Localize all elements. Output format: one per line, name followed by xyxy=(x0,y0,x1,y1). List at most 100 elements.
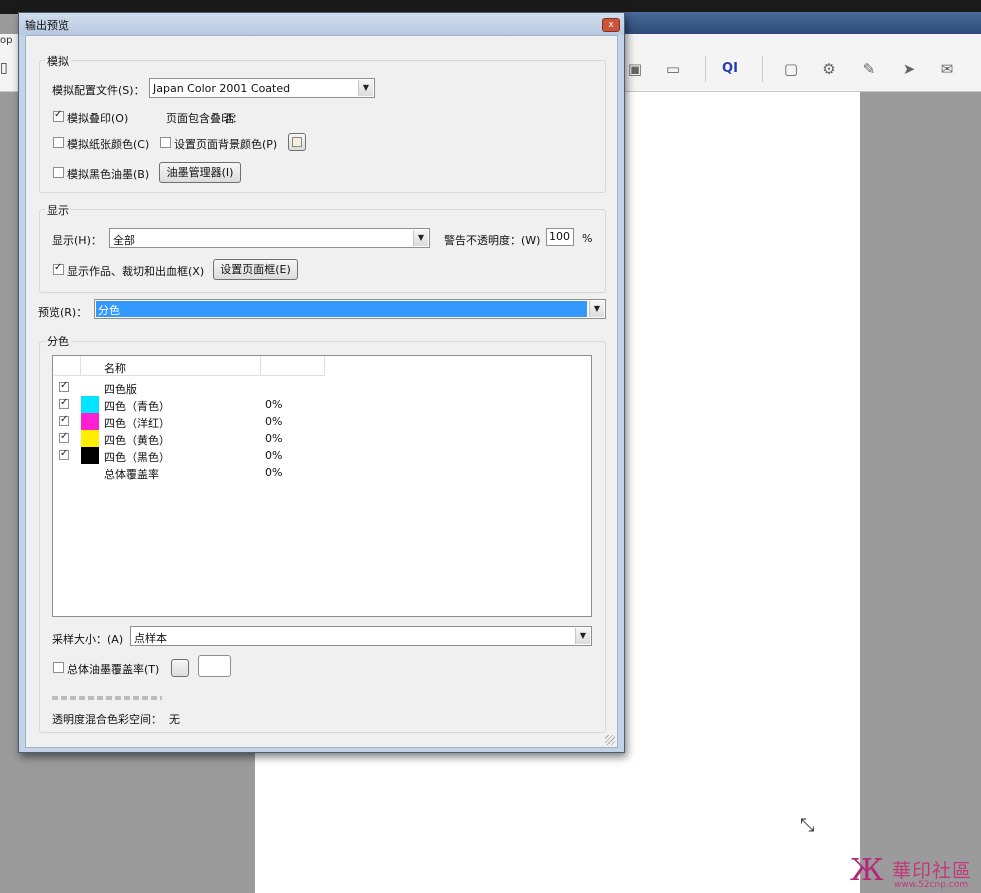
column-header-check[interactable] xyxy=(53,356,81,376)
percent-label: % xyxy=(582,232,593,245)
chevron-down-icon: ▼ xyxy=(575,628,590,644)
separation-coverage: 0% xyxy=(265,432,283,445)
chevron-down-icon: ▼ xyxy=(589,301,604,317)
dialog-title: 输出预览 xyxy=(25,19,69,32)
separation-coverage: 0% xyxy=(265,466,283,479)
column-header-name[interactable]: 名称 xyxy=(81,356,261,376)
total-coverage-checkbox[interactable] xyxy=(53,662,64,673)
black-ink-label: 模拟黑色油墨(B) xyxy=(67,168,150,181)
dialog-body: 模拟 模拟配置文件(S)： Japan Color 2001 Coated ▼ … xyxy=(25,35,618,748)
qi-icon[interactable]: QI xyxy=(719,60,741,78)
save-page-icon[interactable]: ▣ xyxy=(624,60,646,78)
app-titlebar xyxy=(620,12,981,34)
watermark-text: 華印社區 xyxy=(892,860,973,882)
separation-row[interactable]: 四色（黄色） 0% xyxy=(53,430,591,447)
cyan-swatch xyxy=(81,396,99,413)
display-group xyxy=(39,209,606,293)
separation-row[interactable]: 四色（洋红） 0% xyxy=(53,413,591,430)
separation-name: 总体覆盖率 xyxy=(104,468,159,481)
separation-checkbox[interactable] xyxy=(59,414,69,426)
separation-name: 四色（黑色） xyxy=(104,451,170,464)
separation-coverage: 0% xyxy=(265,449,283,462)
separation-coverage: 0% xyxy=(265,398,283,411)
ink-manager-button[interactable]: 油墨管理器(I) xyxy=(159,162,241,183)
profile-select[interactable]: Japan Color 2001 Coated ▼ xyxy=(149,78,375,98)
sample-size-value: 点样本 xyxy=(134,632,167,645)
page-bg-color-button[interactable] xyxy=(288,133,306,151)
preview-label: 预览(R)： xyxy=(38,306,88,319)
separation-name: 四色（黄色） xyxy=(104,434,170,447)
separation-checkbox[interactable] xyxy=(59,397,69,409)
show-boxes-checkbox[interactable] xyxy=(53,262,64,275)
warning-opacity-input[interactable]: 100 xyxy=(546,228,574,246)
separation-name: 四色版 xyxy=(104,383,137,396)
profile-label: 模拟配置文件(S)： xyxy=(52,84,145,97)
separation-checkbox[interactable] xyxy=(59,380,69,392)
separation-checkbox[interactable] xyxy=(59,448,69,460)
page-bg-checkbox[interactable] xyxy=(160,137,171,148)
show-boxes-label: 显示作品、裁切和出血框(X) xyxy=(67,265,205,278)
output-preview-dialog: 输出预览 x 模拟 模拟配置文件(S)： Japan Color 2001 Co… xyxy=(18,12,625,753)
overprint-label: 模拟叠印(O) xyxy=(67,112,129,125)
chevron-down-icon: ▼ xyxy=(358,80,373,96)
show-label: 显示(H)： xyxy=(52,234,102,247)
magenta-swatch xyxy=(81,413,99,430)
set-page-box-button[interactable]: 设置页面框(E) xyxy=(213,259,298,280)
separation-checkbox[interactable] xyxy=(59,431,69,443)
preview-select[interactable]: 分色 ▼ xyxy=(94,299,606,319)
separation-row[interactable]: 四色（青色） 0% xyxy=(53,396,591,413)
black-swatch xyxy=(81,447,99,464)
paper-color-label: 模拟纸张颜色(C) xyxy=(67,138,150,151)
toolbar-separator xyxy=(705,56,706,82)
separation-name: 四色（青色） xyxy=(104,400,170,413)
warning-opacity-label: 警告不透明度：(W) xyxy=(444,234,541,247)
preview-value: 分色 xyxy=(96,301,587,317)
separation-row[interactable]: 四色（黑色） 0% xyxy=(53,447,591,464)
close-icon: x xyxy=(608,20,614,30)
chevron-down-icon: ▼ xyxy=(413,230,428,246)
watermark: Ж 華印社區 www.52cnp.com xyxy=(850,855,981,893)
black-ink-checkbox[interactable] xyxy=(53,167,64,178)
yellow-swatch xyxy=(81,430,99,447)
clipped-row xyxy=(52,696,162,700)
show-select[interactable]: 全部 ▼ xyxy=(109,228,430,248)
display-group-title: 显示 xyxy=(45,202,71,218)
pen-icon[interactable]: ✎ xyxy=(858,60,880,78)
toolbar-separator xyxy=(762,56,763,82)
color-swatch xyxy=(292,137,302,147)
dialog-titlebar[interactable]: 输出预览 x xyxy=(19,13,624,35)
separations-group-title: 分色 xyxy=(45,333,71,349)
page-overprint-value: 否 xyxy=(224,112,235,125)
separations-list[interactable]: 名称 四色版 四色（青色） 0% 四色（洋红） 0% xyxy=(52,355,592,617)
mail-icon[interactable]: ✉ xyxy=(936,60,958,78)
ruler-icon[interactable]: ▭ xyxy=(662,60,684,78)
gear-doc-icon[interactable]: ⚙ xyxy=(818,60,840,78)
show-value: 全部 xyxy=(113,234,135,247)
resize-cursor-icon: ⤡ xyxy=(800,815,815,836)
pointer-icon[interactable]: ➤ xyxy=(898,60,920,78)
overprint-checkbox[interactable] xyxy=(53,109,64,122)
separation-row[interactable]: 四色版 xyxy=(53,379,591,396)
app-tab-fragment[interactable]: op xyxy=(0,35,12,46)
profile-value: Japan Color 2001 Coated xyxy=(153,82,291,95)
column-header-coverage[interactable] xyxy=(261,356,325,376)
separation-coverage: 0% xyxy=(265,415,283,428)
close-button[interactable]: x xyxy=(602,18,620,32)
resize-grip[interactable] xyxy=(605,735,615,745)
watermark-url: www.52cnp.com xyxy=(894,880,969,890)
sample-size-label: 采样大小：(A) xyxy=(52,633,124,646)
total-coverage-label: 总体油墨覆盖率(T) xyxy=(67,663,160,676)
total-coverage-input[interactable] xyxy=(198,655,231,677)
total-coverage-color-button[interactable] xyxy=(171,659,189,677)
blend-space-value: 无 xyxy=(169,713,180,726)
blend-space-label: 透明度混合色彩空间： xyxy=(52,713,162,726)
shield-doc-icon[interactable]: ▢ xyxy=(780,60,802,78)
document-icon[interactable]: ▯ xyxy=(0,60,8,76)
watermark-logo-icon: Ж xyxy=(850,853,884,888)
app-left-panel xyxy=(0,92,18,893)
simulate-group-title: 模拟 xyxy=(45,53,71,69)
sample-size-select[interactable]: 点样本 ▼ xyxy=(130,626,592,646)
separation-name: 四色（洋红） xyxy=(104,417,170,430)
paper-color-checkbox[interactable] xyxy=(53,137,64,148)
separation-row[interactable]: 总体覆盖率 0% xyxy=(53,464,591,481)
